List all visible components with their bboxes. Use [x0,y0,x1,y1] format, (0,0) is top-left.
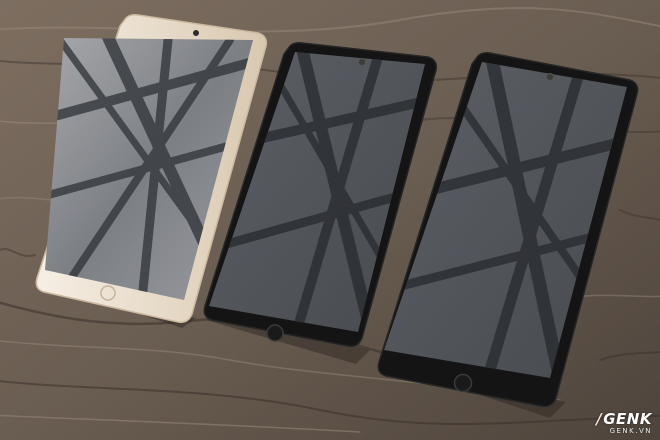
home-button-icon [453,373,473,393]
front-camera-icon [546,73,554,81]
watermark-logo-prefix: / [596,410,603,428]
watermark-logo-text: GENK [603,410,652,428]
front-camera-icon [358,58,366,66]
front-camera-icon [193,30,199,36]
watermark: /GENK GENK.VN [596,412,652,435]
home-button-icon [266,324,284,342]
watermark-logo: /GENK [596,412,652,427]
photo-illustration [0,0,660,440]
watermark-subtext: GENK.VN [609,427,652,435]
photo-scene: /GENK GENK.VN [0,0,660,440]
